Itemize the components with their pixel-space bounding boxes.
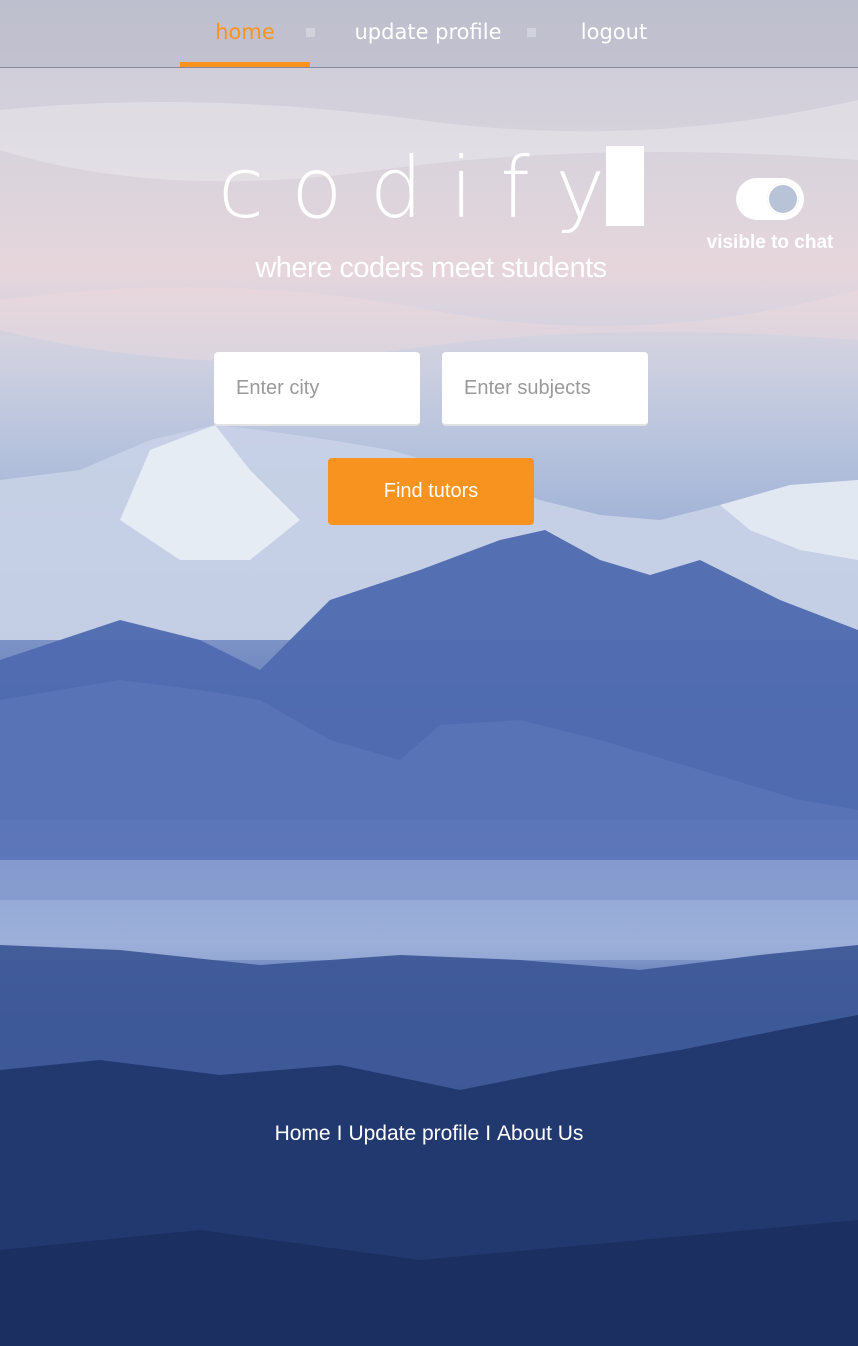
toggle-knob xyxy=(767,183,799,215)
visible-to-chat-toggle[interactable] xyxy=(736,178,804,220)
nav-separator xyxy=(527,28,536,37)
footer-links: Home I Update profile I About Us xyxy=(0,1122,858,1146)
footer-update-profile-link[interactable]: Update profile xyxy=(348,1122,479,1145)
footer-about-us-link[interactable]: About Us xyxy=(497,1122,583,1145)
nav-separator xyxy=(306,28,315,37)
top-nav: home update profile logout xyxy=(0,0,858,68)
logo-text: codify xyxy=(218,139,633,237)
find-tutors-button[interactable]: Find tutors xyxy=(328,458,534,525)
nav-logout-link[interactable]: logout xyxy=(574,0,654,64)
visible-to-chat-label: visible to chat xyxy=(706,232,834,253)
subjects-input[interactable] xyxy=(442,352,648,426)
city-input[interactable] xyxy=(214,352,420,426)
nav-home-link[interactable]: home xyxy=(180,0,310,67)
footer-separator: I xyxy=(485,1122,492,1145)
tagline: where coders meet students xyxy=(255,252,607,284)
nav-update-profile-link[interactable]: update profile xyxy=(352,0,504,64)
footer-home-link[interactable]: Home xyxy=(275,1122,331,1145)
logo-cursor-block xyxy=(606,146,644,226)
footer-separator: I xyxy=(336,1122,343,1145)
